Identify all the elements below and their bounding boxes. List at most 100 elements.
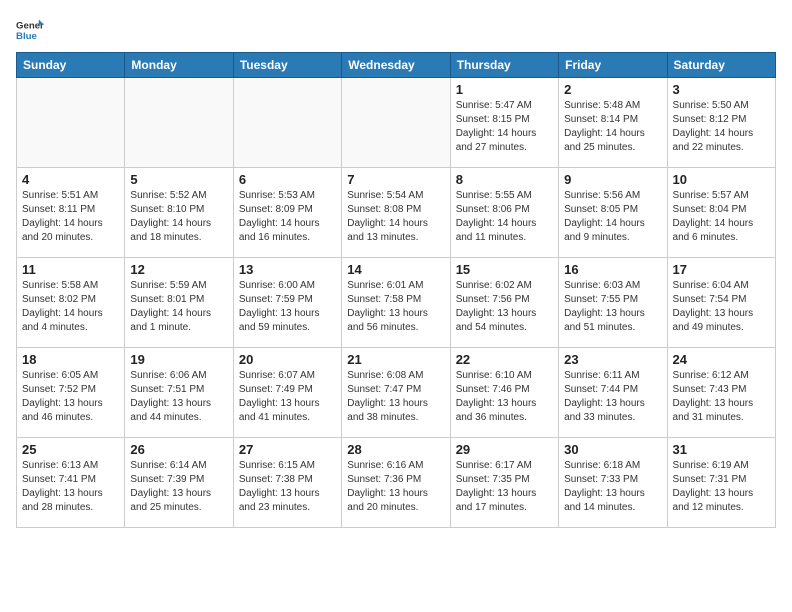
day-info: Sunrise: 5:55 AM Sunset: 8:06 PM Dayligh… (456, 189, 553, 245)
calendar-day-cell: 5 Sunrise: 5:52 AM Sunset: 8:10 PM Daylig… (125, 168, 233, 258)
calendar-day-cell: 13 Sunrise: 6:00 AM Sunset: 7:59 PM Dayli… (233, 258, 341, 348)
calendar-day-cell: 26 Sunrise: 6:14 AM Sunset: 7:39 PM Dayli… (125, 438, 233, 528)
day-info: Sunrise: 5:50 AM Sunset: 8:12 PM Dayligh… (673, 99, 770, 155)
calendar-day-cell: 6 Sunrise: 5:53 AM Sunset: 8:09 PM Daylig… (233, 168, 341, 258)
day-number: 11 (22, 262, 119, 277)
day-number: 20 (239, 352, 336, 367)
day-of-week-header: Monday (125, 53, 233, 78)
calendar-day-cell: 14 Sunrise: 6:01 AM Sunset: 7:58 PM Dayli… (342, 258, 450, 348)
day-info: Sunrise: 5:59 AM Sunset: 8:01 PM Dayligh… (130, 279, 227, 335)
calendar-day-cell: 28Sunrise: 6:16 AM Sunset: 7:36 PM Dayli… (342, 438, 450, 528)
day-info: Sunrise: 6:03 AM Sunset: 7:55 PM Dayligh… (564, 279, 661, 335)
day-info: Sunrise: 6:15 AM Sunset: 7:38 PM Dayligh… (239, 459, 336, 515)
day-info: Sunrise: 6:11 AM Sunset: 7:44 PM Dayligh… (564, 369, 661, 425)
day-info: Sunrise: 6:08 AM Sunset: 7:47 PM Dayligh… (347, 369, 444, 425)
day-number: 21 (347, 352, 444, 367)
day-number: 25 (22, 442, 119, 457)
day-info: Sunrise: 6:17 AM Sunset: 7:35 PM Dayligh… (456, 459, 553, 515)
day-info: Sunrise: 6:04 AM Sunset: 7:54 PM Dayligh… (673, 279, 770, 335)
day-info: Sunrise: 5:54 AM Sunset: 8:08 PM Dayligh… (347, 189, 444, 245)
day-number: 4 (22, 172, 119, 187)
header: General Blue (16, 16, 776, 44)
day-info: Sunrise: 6:00 AM Sunset: 7:59 PM Dayligh… (239, 279, 336, 335)
logo: General Blue (16, 16, 48, 44)
calendar-table: SundayMondayTuesdayWednesdayThursdayFrid… (16, 52, 776, 528)
day-info: Sunrise: 6:13 AM Sunset: 7:41 PM Dayligh… (22, 459, 119, 515)
day-info: Sunrise: 5:53 AM Sunset: 8:09 PM Dayligh… (239, 189, 336, 245)
day-number: 22 (456, 352, 553, 367)
calendar-week-row: 25 Sunrise: 6:13 AM Sunset: 7:41 PM Dayli… (17, 438, 776, 528)
day-number: 30 (564, 442, 661, 457)
day-number: 5 (130, 172, 227, 187)
svg-text:Blue: Blue (16, 31, 37, 42)
calendar-day-cell: 11 Sunrise: 5:58 AM Sunset: 8:02 PM Dayli… (17, 258, 125, 348)
day-number: 13 (239, 262, 336, 277)
day-number: 19 (130, 352, 227, 367)
calendar-day-cell: 25 Sunrise: 6:13 AM Sunset: 7:41 PM Dayli… (17, 438, 125, 528)
day-info: Sunrise: 6:18 AM Sunset: 7:33 PM Dayligh… (564, 459, 661, 515)
calendar-day-cell (17, 78, 125, 168)
day-number: 6 (239, 172, 336, 187)
calendar-day-cell: 15 Sunrise: 6:02 AM Sunset: 7:56 PM Dayli… (450, 258, 558, 348)
day-number: 18 (22, 352, 119, 367)
calendar-day-cell: 1Sunrise: 5:47 AM Sunset: 8:15 PM Daylig… (450, 78, 558, 168)
day-of-week-header: Friday (559, 53, 667, 78)
calendar-day-cell: 16 Sunrise: 6:03 AM Sunset: 7:55 PM Dayli… (559, 258, 667, 348)
day-info: Sunrise: 6:12 AM Sunset: 7:43 PM Dayligh… (673, 369, 770, 425)
day-number: 14 (347, 262, 444, 277)
day-info: Sunrise: 5:51 AM Sunset: 8:11 PM Dayligh… (22, 189, 119, 245)
calendar-day-cell: 4 Sunrise: 5:51 AM Sunset: 8:11 PM Daylig… (17, 168, 125, 258)
calendar-day-cell: 10 Sunrise: 5:57 AM Sunset: 8:04 PM Dayli… (667, 168, 775, 258)
day-number: 17 (673, 262, 770, 277)
day-info: Sunrise: 5:58 AM Sunset: 8:02 PM Dayligh… (22, 279, 119, 335)
day-info: Sunrise: 6:07 AM Sunset: 7:49 PM Dayligh… (239, 369, 336, 425)
day-info: Sunrise: 5:48 AM Sunset: 8:14 PM Dayligh… (564, 99, 661, 155)
day-info: Sunrise: 6:01 AM Sunset: 7:58 PM Dayligh… (347, 279, 444, 335)
day-number: 28 (347, 442, 444, 457)
calendar-week-row: 11 Sunrise: 5:58 AM Sunset: 8:02 PM Dayli… (17, 258, 776, 348)
day-of-week-header: Tuesday (233, 53, 341, 78)
calendar-day-cell: 12 Sunrise: 5:59 AM Sunset: 8:01 PM Dayli… (125, 258, 233, 348)
calendar-header-row: SundayMondayTuesdayWednesdayThursdayFrid… (17, 53, 776, 78)
day-info: Sunrise: 6:14 AM Sunset: 7:39 PM Dayligh… (130, 459, 227, 515)
day-info: Sunrise: 5:56 AM Sunset: 8:05 PM Dayligh… (564, 189, 661, 245)
calendar-day-cell (342, 78, 450, 168)
calendar-day-cell: 2Sunrise: 5:48 AM Sunset: 8:14 PM Daylig… (559, 78, 667, 168)
calendar-day-cell: 20 Sunrise: 6:07 AM Sunset: 7:49 PM Dayli… (233, 348, 341, 438)
day-number: 16 (564, 262, 661, 277)
day-number: 23 (564, 352, 661, 367)
calendar-day-cell: 30 Sunrise: 6:18 AM Sunset: 7:33 PM Dayli… (559, 438, 667, 528)
calendar-day-cell: 9Sunrise: 5:56 AM Sunset: 8:05 PM Daylig… (559, 168, 667, 258)
day-info: Sunrise: 5:52 AM Sunset: 8:10 PM Dayligh… (130, 189, 227, 245)
calendar-day-cell: 24 Sunrise: 6:12 AM Sunset: 7:43 PM Dayli… (667, 348, 775, 438)
day-of-week-header: Wednesday (342, 53, 450, 78)
day-info: Sunrise: 6:06 AM Sunset: 7:51 PM Dayligh… (130, 369, 227, 425)
day-of-week-header: Sunday (17, 53, 125, 78)
day-number: 31 (673, 442, 770, 457)
day-number: 27 (239, 442, 336, 457)
day-number: 8 (456, 172, 553, 187)
day-number: 10 (673, 172, 770, 187)
day-info: Sunrise: 5:47 AM Sunset: 8:15 PM Dayligh… (456, 99, 553, 155)
calendar-day-cell: 23 Sunrise: 6:11 AM Sunset: 7:44 PM Dayli… (559, 348, 667, 438)
day-number: 26 (130, 442, 227, 457)
calendar-week-row: 1Sunrise: 5:47 AM Sunset: 8:15 PM Daylig… (17, 78, 776, 168)
day-of-week-header: Thursday (450, 53, 558, 78)
calendar-day-cell: 17 Sunrise: 6:04 AM Sunset: 7:54 PM Dayli… (667, 258, 775, 348)
day-info: Sunrise: 6:02 AM Sunset: 7:56 PM Dayligh… (456, 279, 553, 335)
calendar-day-cell: 27 Sunrise: 6:15 AM Sunset: 7:38 PM Dayli… (233, 438, 341, 528)
day-number: 12 (130, 262, 227, 277)
calendar-day-cell: 31Sunrise: 6:19 AM Sunset: 7:31 PM Dayli… (667, 438, 775, 528)
day-number: 7 (347, 172, 444, 187)
calendar-day-cell: 8 Sunrise: 5:55 AM Sunset: 8:06 PM Daylig… (450, 168, 558, 258)
day-info: Sunrise: 5:57 AM Sunset: 8:04 PM Dayligh… (673, 189, 770, 245)
day-number: 15 (456, 262, 553, 277)
calendar-day-cell: 7 Sunrise: 5:54 AM Sunset: 8:08 PM Daylig… (342, 168, 450, 258)
calendar-day-cell (233, 78, 341, 168)
calendar-day-cell: 21 Sunrise: 6:08 AM Sunset: 7:47 PM Dayli… (342, 348, 450, 438)
day-number: 24 (673, 352, 770, 367)
day-number: 29 (456, 442, 553, 457)
calendar-day-cell: 18Sunrise: 6:05 AM Sunset: 7:52 PM Dayli… (17, 348, 125, 438)
calendar-day-cell: 22Sunrise: 6:10 AM Sunset: 7:46 PM Dayli… (450, 348, 558, 438)
calendar-week-row: 4 Sunrise: 5:51 AM Sunset: 8:11 PM Daylig… (17, 168, 776, 258)
